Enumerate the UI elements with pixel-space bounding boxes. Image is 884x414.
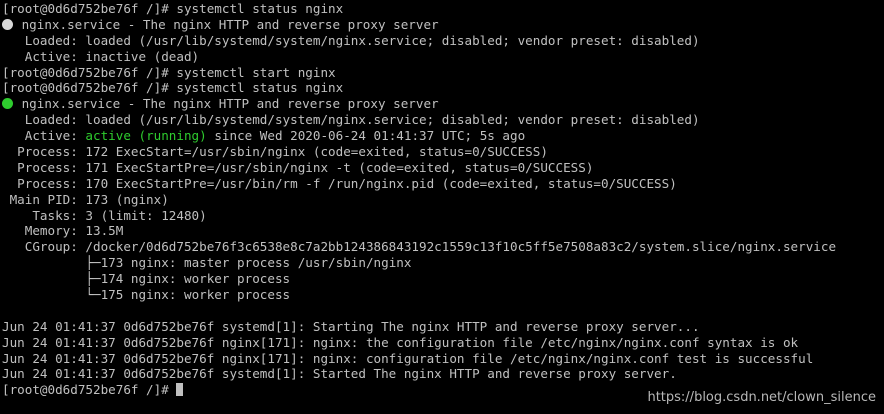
loaded-line: Loaded: loaded (/usr/lib/systemd/system/…	[2, 112, 700, 128]
main-pid-line: Main PID: 173 (nginx)	[2, 191, 169, 207]
log-line: Jun 24 01:41:37 0d6d752be76f nginx[171]:…	[2, 350, 814, 366]
log-line: Jun 24 01:41:37 0d6d752be76f nginx[171]:…	[2, 334, 799, 350]
active-line: Active: active (running) since Wed 2020-…	[0, 128, 884, 144]
log-line: Jun 24 01:41:37 0d6d752be76f systemd[1]:…	[2, 366, 677, 382]
service-header-text: nginx.service - The nginx HTTP and rever…	[21, 16, 439, 32]
service-header-line: nginx.service - The nginx HTTP and rever…	[0, 96, 884, 112]
active-line: Active: inactive (dead)	[2, 48, 200, 64]
terminal-window[interactable]: [root@0d6d752be76f /]# systemctl status …	[0, 0, 884, 414]
text-cursor-icon	[176, 383, 184, 397]
process-line: Process: 172 ExecStart=/usr/sbin/nginx (…	[2, 144, 548, 160]
command-line: [root@0d6d752be76f /]# systemctl status …	[2, 80, 344, 96]
tree-branch-icon: ├─	[2, 255, 101, 271]
active-running-status: active (running)	[85, 128, 207, 144]
service-header-text: nginx.service - The nginx HTTP and rever…	[21, 96, 439, 112]
process-line: Process: 170 ExecStartPre=/usr/bin/rm -f…	[2, 175, 677, 191]
inactive-status-dot-icon	[2, 18, 13, 30]
cgroup-tree-item: ├─173 nginx: master process /usr/sbin/ng…	[0, 255, 884, 271]
memory-line: Memory: 13.5M	[2, 223, 124, 239]
active-since-text: since Wed 2020-06-24 01:41:37 UTC; 5s ag…	[206, 128, 526, 144]
active-status-dot-icon	[2, 98, 13, 110]
process-line: Process: 171 ExecStartPre=/usr/sbin/ngin…	[2, 159, 594, 175]
service-header-line: nginx.service - The nginx HTTP and rever…	[0, 17, 884, 33]
cgroup-process-text: 173 nginx: master process /usr/sbin/ngin…	[100, 255, 412, 271]
log-line: Jun 24 01:41:37 0d6d752be76f systemd[1]:…	[2, 318, 700, 334]
tree-branch-icon: ├─	[2, 271, 101, 287]
cgroup-line: CGroup: /docker/0d6d752be76f3c6538e8c7a2…	[2, 239, 837, 255]
cgroup-tree-item: └─175 nginx: worker process	[0, 287, 884, 303]
shell-prompt: [root@0d6d752be76f /]#	[2, 382, 177, 398]
cgroup-tree-item: ├─174 nginx: worker process	[0, 271, 884, 287]
loaded-line: Loaded: loaded (/usr/lib/systemd/system/…	[2, 32, 700, 48]
tree-end-branch-icon: └─	[2, 287, 101, 303]
watermark: https://blog.csdn.net/clown_silence	[647, 390, 876, 405]
command-line: [root@0d6d752be76f /]# systemctl start n…	[2, 64, 336, 80]
command-line: [root@0d6d752be76f /]# systemctl status …	[2, 1, 344, 16]
tasks-line: Tasks: 3 (limit: 12480)	[2, 207, 207, 223]
cgroup-process-text: 174 nginx: worker process	[100, 271, 291, 287]
active-label: Active:	[2, 128, 86, 144]
cgroup-process-text: 175 nginx: worker process	[100, 287, 291, 303]
